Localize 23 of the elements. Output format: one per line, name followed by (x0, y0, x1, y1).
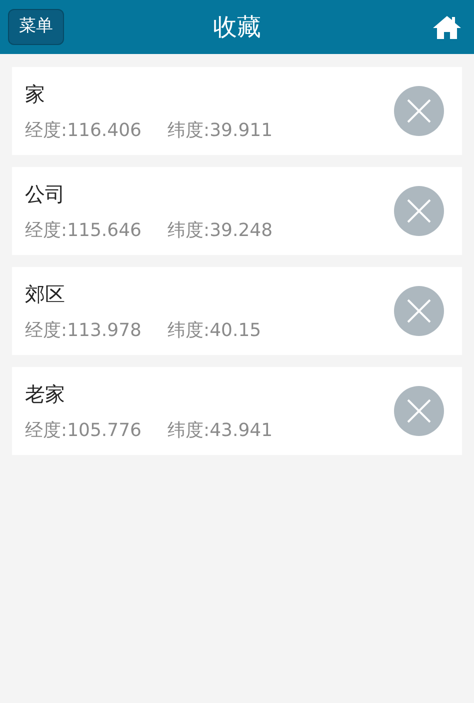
delete-button[interactable] (394, 286, 444, 336)
place-name: 公司 (25, 180, 66, 208)
close-icon (406, 298, 432, 324)
delete-button[interactable] (394, 86, 444, 136)
close-icon (406, 398, 432, 424)
place-name: 老家 (25, 380, 66, 408)
latitude-text: 纬度:43.941 (168, 418, 273, 442)
place-name: 家 (25, 80, 46, 108)
close-icon (406, 198, 432, 224)
latitude-text: 纬度:39.248 (168, 218, 273, 242)
longitude-text: 经度:105.776 (25, 418, 142, 442)
latitude-text: 纬度:39.911 (168, 118, 273, 142)
longitude-text: 经度:113.978 (25, 318, 142, 342)
longitude-text: 经度:116.406 (25, 118, 142, 142)
longitude-text: 经度:115.646 (25, 218, 142, 242)
latitude-text: 纬度:40.15 (168, 318, 262, 342)
page-title: 收藏 (213, 12, 261, 43)
menu-button[interactable]: 菜单 (8, 9, 64, 45)
home-icon[interactable] (432, 14, 462, 40)
delete-button[interactable] (394, 186, 444, 236)
place-name: 郊区 (25, 280, 66, 308)
delete-button[interactable] (394, 386, 444, 436)
close-icon (406, 98, 432, 124)
